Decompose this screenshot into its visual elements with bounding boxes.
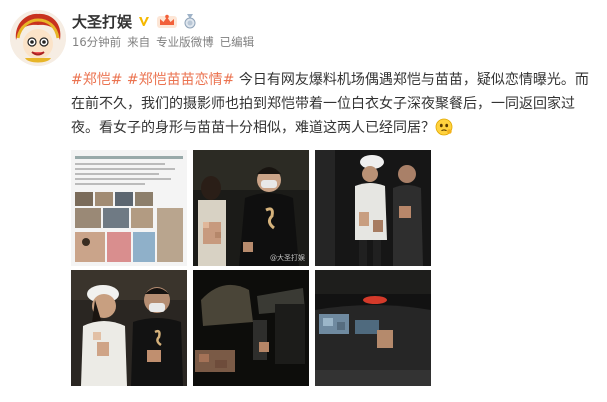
vip-crown-icon bbox=[156, 13, 178, 29]
hashtag-link[interactable]: #郑恺# bbox=[71, 72, 122, 88]
photo-couple-caps-masks[interactable] bbox=[71, 270, 187, 386]
photo-car-night[interactable] bbox=[315, 270, 431, 386]
verified-v-icon bbox=[137, 14, 151, 28]
post-text: #郑恺# #郑恺苗苗恋情# 今日有网友爆料机场偶遇郑恺与苗苗，疑似恋情曝光。而在… bbox=[71, 68, 591, 140]
photo-dark-doorway[interactable] bbox=[193, 270, 309, 386]
edited-label[interactable]: 已编辑 bbox=[220, 34, 255, 50]
photo-collage[interactable] bbox=[71, 150, 187, 266]
author-row: 大圣打娱 bbox=[72, 10, 197, 32]
level-medal-icon bbox=[183, 13, 197, 29]
author-name[interactable]: 大圣打娱 bbox=[72, 11, 132, 32]
post-source[interactable]: 专业版微博 bbox=[156, 34, 214, 50]
post-time[interactable]: 16分钟前 bbox=[72, 34, 121, 50]
photo-couple-night-1[interactable]: @大圣打娱 bbox=[193, 150, 309, 266]
photo-couple-walking-street[interactable] bbox=[315, 150, 431, 266]
thinking-emoji-icon bbox=[435, 118, 453, 136]
hashtag-link[interactable]: #郑恺苗苗恋情# bbox=[127, 72, 234, 88]
source-prefix: 来自 bbox=[127, 35, 151, 49]
avatar[interactable] bbox=[10, 10, 66, 66]
post-meta: 16分钟前 来自 专业版微博 已编辑 bbox=[72, 33, 254, 51]
image-watermark: @大圣打娱 bbox=[270, 254, 305, 262]
image-grid: @大圣打娱 bbox=[71, 150, 431, 386]
